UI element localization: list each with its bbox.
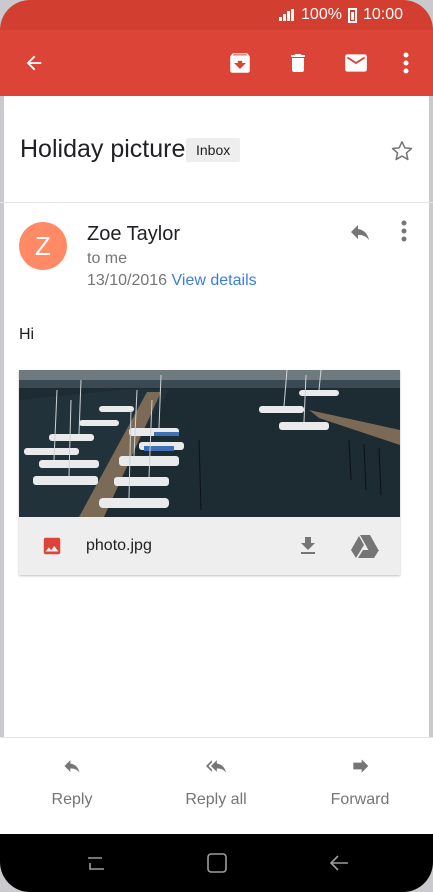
phone-screen: 100% 10:00 Holiday picture Inbox Z Zoe T… [0, 0, 433, 892]
inbox-label-badge[interactable]: Inbox [186, 138, 241, 162]
recipient-text: to me [87, 250, 128, 267]
email-date: 13/10/2016 [87, 272, 168, 289]
reply-icon[interactable] [346, 220, 374, 249]
forward-label: Forward [330, 791, 390, 808]
drive-icon[interactable] [351, 534, 379, 563]
forward-button[interactable]: Forward [300, 756, 420, 809]
reply-button[interactable]: Reply [12, 756, 132, 809]
reply-all-icon [206, 760, 226, 773]
sender-name: Zoe Taylor [87, 223, 181, 245]
reply-all-button[interactable]: Reply all [156, 756, 276, 809]
archive-icon[interactable] [218, 30, 262, 96]
reply-all-label: Reply all [185, 791, 247, 808]
battery-percent: 100% [301, 6, 342, 23]
download-icon[interactable] [296, 534, 320, 563]
clock: 10:00 [362, 6, 403, 23]
battery-icon [347, 7, 357, 23]
reply-icon [64, 760, 80, 773]
system-nav-bar [0, 834, 433, 892]
reply-label: Reply [51, 791, 93, 808]
back-arrow-icon[interactable] [12, 30, 56, 96]
email-subject: Holiday picture [20, 135, 186, 163]
forward-icon [353, 759, 369, 773]
app-toolbar [0, 30, 433, 96]
signal-icon [279, 9, 295, 21]
reply-actions-bar: Reply Reply all Forward [0, 737, 433, 835]
email-body: Hi [19, 326, 35, 343]
mark-unread-icon[interactable] [334, 30, 378, 96]
message-more-icon[interactable] [400, 220, 408, 247]
attachment-bar: photo.jpg [19, 517, 400, 575]
attachment-photo[interactable] [19, 370, 400, 517]
recent-apps-icon[interactable] [86, 853, 106, 878]
status-bar: 100% 10:00 [0, 0, 433, 30]
delete-icon[interactable] [276, 30, 320, 96]
image-file-icon [41, 535, 63, 562]
attachment-filename[interactable]: photo.jpg [86, 537, 152, 555]
view-details-link[interactable]: View details [172, 272, 257, 289]
attachment-card[interactable]: photo.jpg [19, 370, 400, 575]
home-icon[interactable] [206, 852, 228, 879]
nav-back-icon[interactable] [328, 853, 350, 878]
date-row: 13/10/2016 View details [87, 272, 257, 290]
sender-avatar[interactable]: Z [19, 222, 67, 270]
star-icon[interactable] [389, 138, 415, 169]
more-vert-icon[interactable] [390, 30, 422, 96]
